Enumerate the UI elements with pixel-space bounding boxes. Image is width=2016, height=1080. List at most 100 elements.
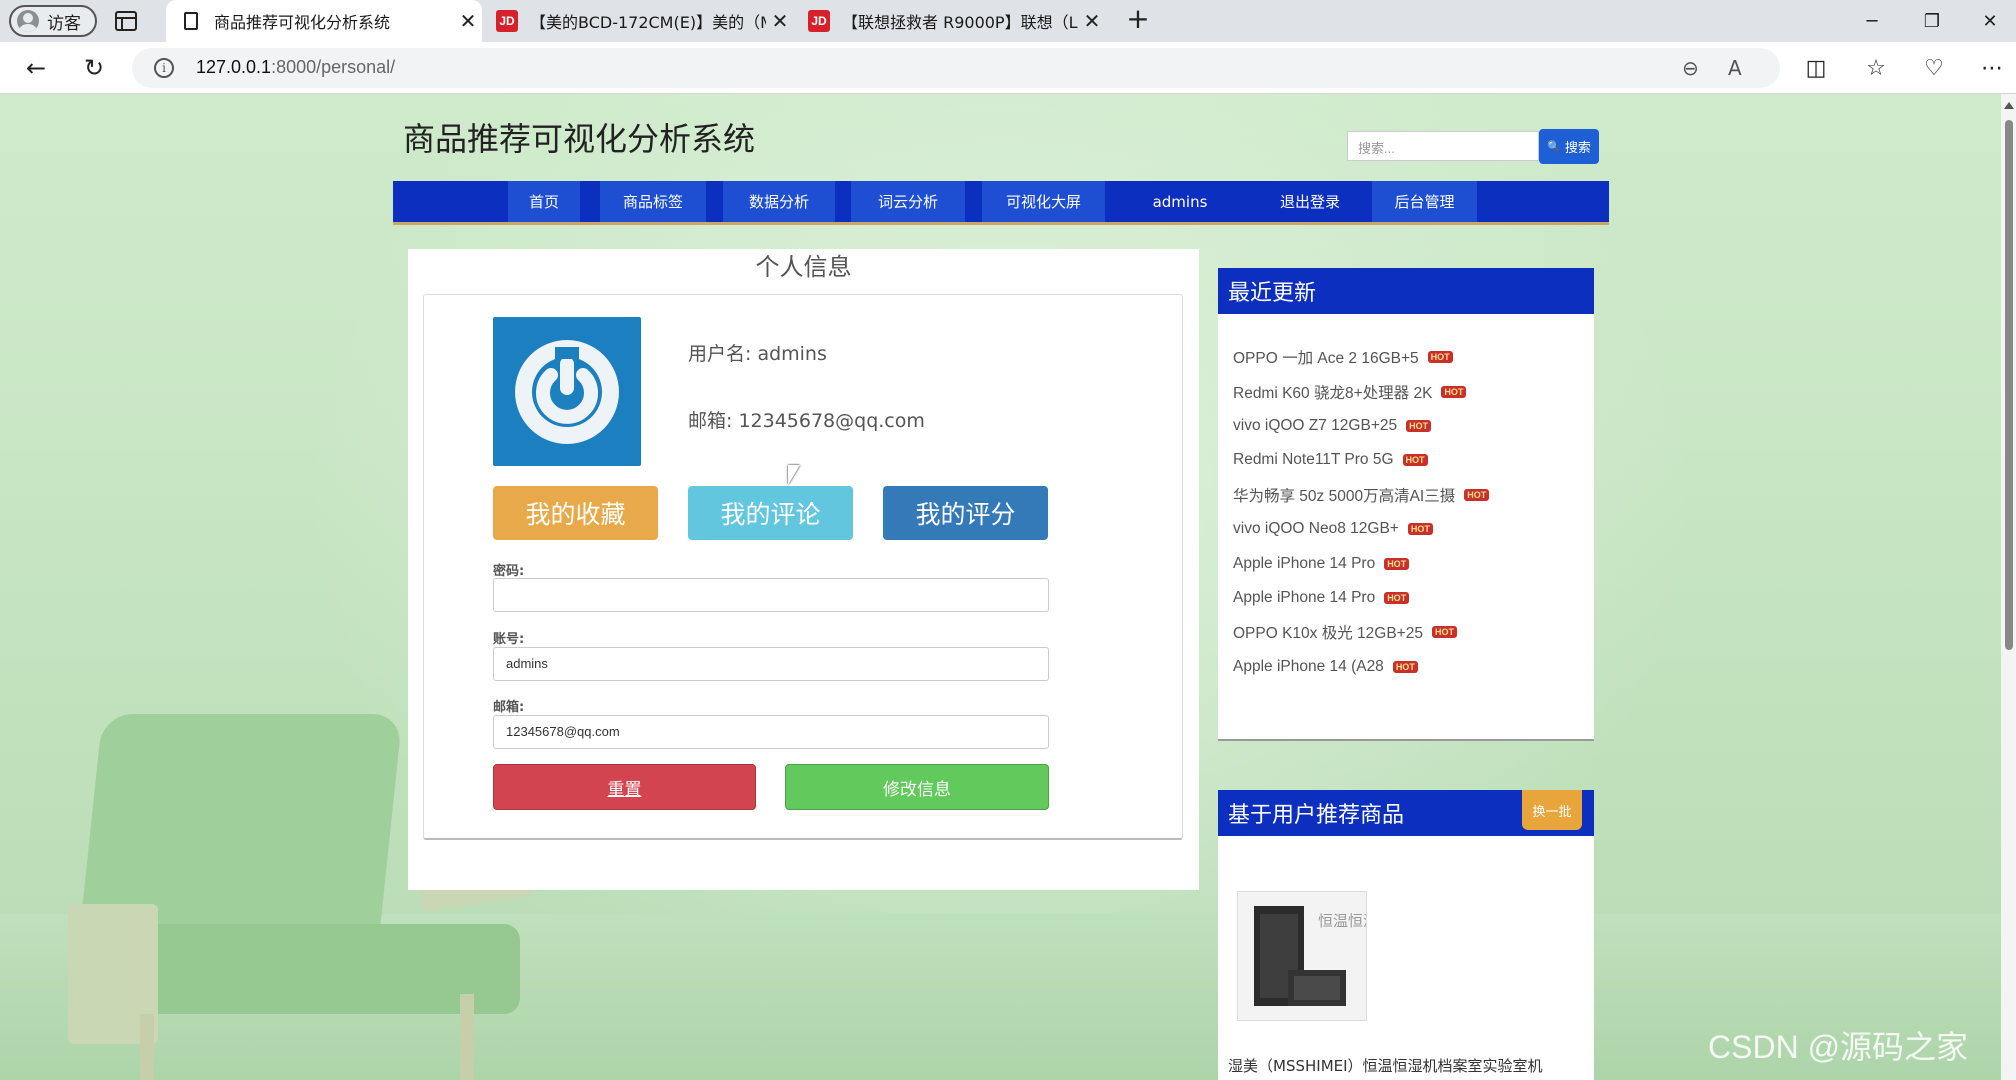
refresh-batch-button[interactable]: 换一批 — [1522, 790, 1582, 830]
recent-item-label: Apple iPhone 14 (A28 — [1233, 657, 1384, 675]
nav-data-analysis[interactable]: 数据分析 — [723, 181, 835, 222]
recent-item[interactable]: 华为畅享 50z 5000万高清AI三摄 HOT — [1218, 478, 1594, 512]
minimize-icon[interactable]: ─ — [1842, 0, 1902, 42]
close-tab-icon[interactable]: ✕ — [454, 9, 482, 33]
recent-item-label: Apple iPhone 14 Pro — [1233, 554, 1376, 572]
close-tab-icon[interactable]: ✕ — [766, 9, 794, 33]
hot-badge: HOT — [1464, 488, 1490, 501]
nav-user[interactable]: admins — [1121, 181, 1239, 222]
page-scrollbar[interactable] — [2001, 94, 2016, 1080]
site-title: 商品推荐可视化分析系统 — [403, 120, 756, 158]
main-nav: 首页 商品标签 数据分析 词云分析 可视化大屏 admins 退出登录 后台管理 — [393, 181, 1609, 225]
recent-item-label: 华为畅享 50z 5000万高清AI三摄 — [1233, 487, 1456, 505]
nav-dashboard[interactable]: 可视化大屏 — [982, 181, 1105, 222]
recent-item-label: vivo iQOO Neo8 12GB+ — [1233, 520, 1399, 538]
favorites-icon[interactable]: ☆ — [1858, 50, 1894, 86]
tab-active[interactable]: 商品推荐可视化分析系统 ✕ — [166, 0, 482, 42]
search-button[interactable]: 🔍 搜索 — [1539, 129, 1599, 164]
hot-badge: HOT — [1392, 660, 1418, 673]
recent-item-label: Apple iPhone 14 Pro — [1233, 588, 1376, 606]
recent-item[interactable]: Redmi Note11T Pro 5G HOT — [1218, 443, 1594, 477]
mouse-cursor-icon — [788, 465, 800, 485]
site-info-icon[interactable]: i — [154, 58, 174, 78]
hot-badge: HOT — [1406, 419, 1432, 432]
recent-item[interactable]: Redmi K60 骁龙8+处理器 2K HOT — [1218, 374, 1594, 408]
product-name-link[interactable]: 湿美（MSSHIMEI）恒温恒湿机档案室实验室机 — [1228, 1055, 1543, 1076]
account-field[interactable]: admins — [493, 647, 1049, 681]
address-bar: ← ↻ i 127.0.0.1:8000/personal/ ⊖ A ◫ ☆ ♡… — [0, 42, 2016, 94]
close-tab-icon[interactable]: ✕ — [1078, 9, 1106, 33]
tab-midea[interactable]: JD 【美的BCD-172CM(E)】美的（M ✕ — [482, 0, 794, 42]
jd-icon: JD — [496, 10, 518, 32]
recent-item[interactable]: Apple iPhone 14 Pro HOT — [1218, 546, 1594, 580]
recommend-title: 基于用户推荐商品 换一批 — [1218, 790, 1594, 836]
hot-badge: HOT — [1402, 454, 1428, 467]
recent-item[interactable]: vivo iQOO Z7 12GB+25 HOT — [1218, 409, 1594, 443]
recent-item[interactable]: Apple iPhone 14 Pro HOT — [1218, 581, 1594, 615]
reset-button[interactable]: 重置 — [493, 764, 756, 810]
tab-title: 【美的BCD-172CM(E)】美的（M — [530, 13, 766, 32]
recent-updates-title: 最近更新 — [1218, 268, 1594, 314]
search-input[interactable]: 搜索... — [1347, 131, 1539, 161]
power-logo-icon — [515, 340, 619, 444]
zoom-out-icon[interactable]: ⊖ — [1682, 56, 1699, 80]
recent-item-label: Redmi Note11T Pro 5G — [1233, 451, 1394, 469]
my-comments-button[interactable]: 我的评论 — [688, 486, 853, 540]
recent-item-label: Redmi K60 骁龙8+处理器 2K — [1233, 384, 1433, 402]
dehumidifier-image: 恒温恒湿 — [1238, 892, 1378, 1020]
hot-badge: HOT — [1431, 626, 1457, 639]
nav-logout[interactable]: 退出登录 — [1251, 181, 1369, 222]
search-icon: 🔍 — [1547, 140, 1561, 153]
recent-item[interactable]: Apple iPhone 14 (A28 HOT — [1218, 650, 1594, 684]
tab-title: 【联想拯救者 R9000P】联想（Le — [842, 13, 1078, 32]
tab-actions-icon[interactable] — [115, 11, 137, 31]
hot-badge: HOT — [1384, 557, 1410, 570]
hot-badge: HOT — [1441, 385, 1467, 398]
url-field[interactable]: i 127.0.0.1:8000/personal/ ⊖ A — [132, 48, 1780, 88]
new-tab-icon[interactable]: + — [1122, 4, 1154, 36]
nav-wordcloud[interactable]: 词云分析 — [851, 181, 965, 222]
hot-badge: HOT — [1427, 351, 1453, 364]
jd-icon: JD — [808, 10, 830, 32]
page-icon — [180, 10, 202, 32]
my-ratings-button[interactable]: 我的评分 — [883, 486, 1048, 540]
scroll-thumb[interactable] — [2005, 120, 2013, 650]
nav-product-tags[interactable]: 商品标签 — [600, 181, 706, 222]
recent-item[interactable]: vivo iQOO Neo8 12GB+ HOT — [1218, 512, 1594, 546]
recent-item-label: OPPO K10x 极光 12GB+25 — [1233, 625, 1423, 643]
email-field[interactable]: 12345678@qq.com — [493, 715, 1049, 749]
email-label: 邮箱: — [493, 700, 525, 715]
browser-tab-bar: 访客 商品推荐可视化分析系统 ✕ JD 【美的BCD-172CM(E)】美的（M… — [0, 0, 2016, 42]
more-menu-icon[interactable]: ⋯ — [1974, 50, 2010, 86]
page-heading: 个人信息 — [755, 253, 852, 281]
account-label: 账号: — [493, 632, 525, 647]
recent-list: OPPO 一加 Ace 2 16GB+5 HOT Redmi K60 骁龙8+处理器… — [1218, 314, 1594, 684]
back-icon[interactable]: ← — [18, 50, 54, 86]
nav-admin[interactable]: 后台管理 — [1372, 181, 1477, 222]
nav-home[interactable]: 首页 — [508, 181, 580, 222]
recent-item-label: vivo iQOO Z7 12GB+25 — [1233, 416, 1398, 434]
username-info: 用户名: admins — [688, 343, 827, 365]
restore-icon[interactable]: ❐ — [1902, 0, 1962, 42]
recent-item[interactable]: OPPO 一加 Ace 2 16GB+5 HOT — [1218, 340, 1594, 374]
password-field[interactable] — [493, 578, 1049, 612]
my-favorites-button[interactable]: 我的收藏 — [493, 486, 658, 540]
close-window-icon[interactable]: ✕ — [1960, 0, 2016, 42]
tab-lenovo[interactable]: JD 【联想拯救者 R9000P】联想（Le ✕ — [794, 0, 1106, 42]
recent-item-label: OPPO 一加 Ace 2 16GB+5 — [1233, 350, 1419, 368]
recent-item[interactable]: OPPO K10x 极光 12GB+25 HOT — [1218, 615, 1594, 649]
password-label: 密码: — [493, 564, 525, 579]
guest-avatar-icon — [17, 10, 39, 32]
svg-text:恒温恒湿: 恒温恒湿 — [1318, 912, 1366, 930]
email-info: 邮箱: 12345678@qq.com — [688, 410, 925, 432]
reload-icon[interactable]: ↻ — [76, 50, 112, 86]
tab-title: 商品推荐可视化分析系统 — [214, 13, 391, 32]
product-thumbnail[interactable]: 恒温恒湿 — [1237, 891, 1378, 1021]
browser-essentials-icon[interactable]: ♡ — [1916, 50, 1952, 86]
read-aloud-icon[interactable]: A — [1728, 56, 1742, 80]
submit-button[interactable]: 修改信息 — [785, 764, 1049, 810]
profile-button[interactable]: 访客 — [9, 5, 97, 37]
hot-badge: HOT — [1407, 523, 1433, 536]
scroll-up-icon[interactable] — [2004, 102, 2014, 109]
split-screen-icon[interactable]: ◫ — [1798, 50, 1834, 86]
